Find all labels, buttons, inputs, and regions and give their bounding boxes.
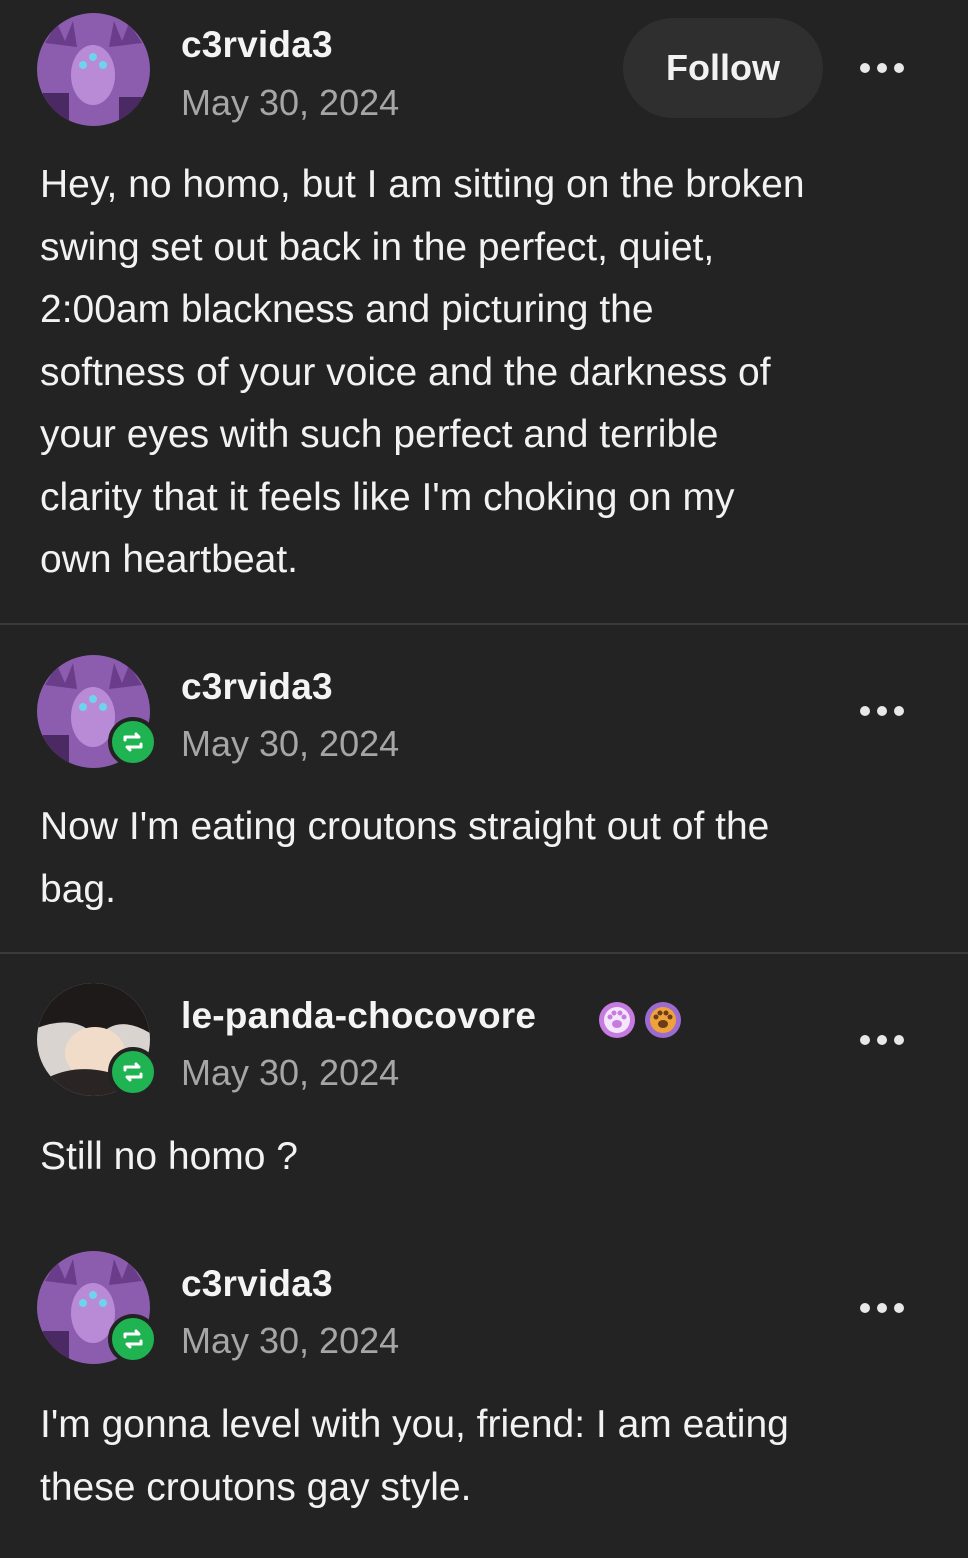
avatar[interactable] bbox=[37, 13, 150, 126]
more-options-icon[interactable] bbox=[860, 1300, 912, 1316]
username[interactable]: c3rvida3 bbox=[181, 666, 333, 708]
more-options-icon[interactable] bbox=[860, 60, 912, 76]
more-options-icon[interactable] bbox=[860, 703, 912, 719]
username[interactable]: c3rvida3 bbox=[181, 24, 333, 66]
reblog-icon bbox=[108, 1047, 158, 1097]
text-line: own heartbeat. bbox=[40, 538, 299, 581]
post-date: May 30, 2024 bbox=[181, 1320, 400, 1361]
text-line: softness of your voice and the darkness … bbox=[40, 350, 771, 394]
username[interactable]: le-panda-chocovore bbox=[181, 995, 536, 1037]
post-reblog: le-panda-chocovore May 30, 2024 Still no… bbox=[0, 954, 968, 1234]
text-line: 2:00am blackness and picturing the bbox=[40, 288, 654, 331]
post-body: Still no homo ? bbox=[40, 1126, 940, 1189]
text-line: clarity that it feels like I'm choking o… bbox=[40, 475, 735, 519]
post-date: May 30, 2024 bbox=[181, 82, 400, 123]
text-line: swing set out back in the perfect, quiet… bbox=[40, 225, 715, 269]
reblog-icon bbox=[108, 1314, 158, 1364]
paw-badge-pink-icon bbox=[599, 1002, 635, 1038]
text-line: Hey, no homo, but I am sitting on the br… bbox=[40, 163, 805, 206]
reblog-icon bbox=[108, 717, 158, 767]
post-date: May 30, 2024 bbox=[181, 1052, 400, 1093]
text-line: I'm gonna level with you, friend: I am e… bbox=[40, 1403, 789, 1446]
post-date: May 30, 2024 bbox=[181, 723, 400, 764]
deer-avatar-icon bbox=[37, 13, 150, 126]
follow-button[interactable]: Follow bbox=[623, 18, 823, 118]
text-line: these croutons gay style. bbox=[40, 1465, 472, 1509]
post-body: I'm gonna level with you, friend: I am e… bbox=[40, 1394, 940, 1519]
post-original: c3rvida3 May 30, 2024 Follow Hey, no hom… bbox=[0, 0, 968, 624]
more-options-icon[interactable] bbox=[860, 1032, 912, 1048]
text-line: bag. bbox=[40, 867, 116, 911]
post-reblog: c3rvida3 May 30, 2024 Now I'm eating cro… bbox=[0, 625, 968, 953]
post-body: Hey, no homo, but I am sitting on the br… bbox=[40, 154, 940, 592]
user-badges bbox=[598, 1001, 682, 1039]
post-reblog: c3rvida3 May 30, 2024 I'm gonna level wi… bbox=[0, 1234, 968, 1558]
text-line: Still no homo ? bbox=[40, 1135, 298, 1178]
post-body: Now I'm eating croutons straight out of … bbox=[40, 796, 940, 921]
paw-badge-orange-icon bbox=[645, 1002, 681, 1038]
text-line: Now I'm eating croutons straight out of … bbox=[40, 805, 770, 848]
username[interactable]: c3rvida3 bbox=[181, 1263, 333, 1305]
text-line: your eyes with such perfect and terrible bbox=[40, 413, 719, 456]
